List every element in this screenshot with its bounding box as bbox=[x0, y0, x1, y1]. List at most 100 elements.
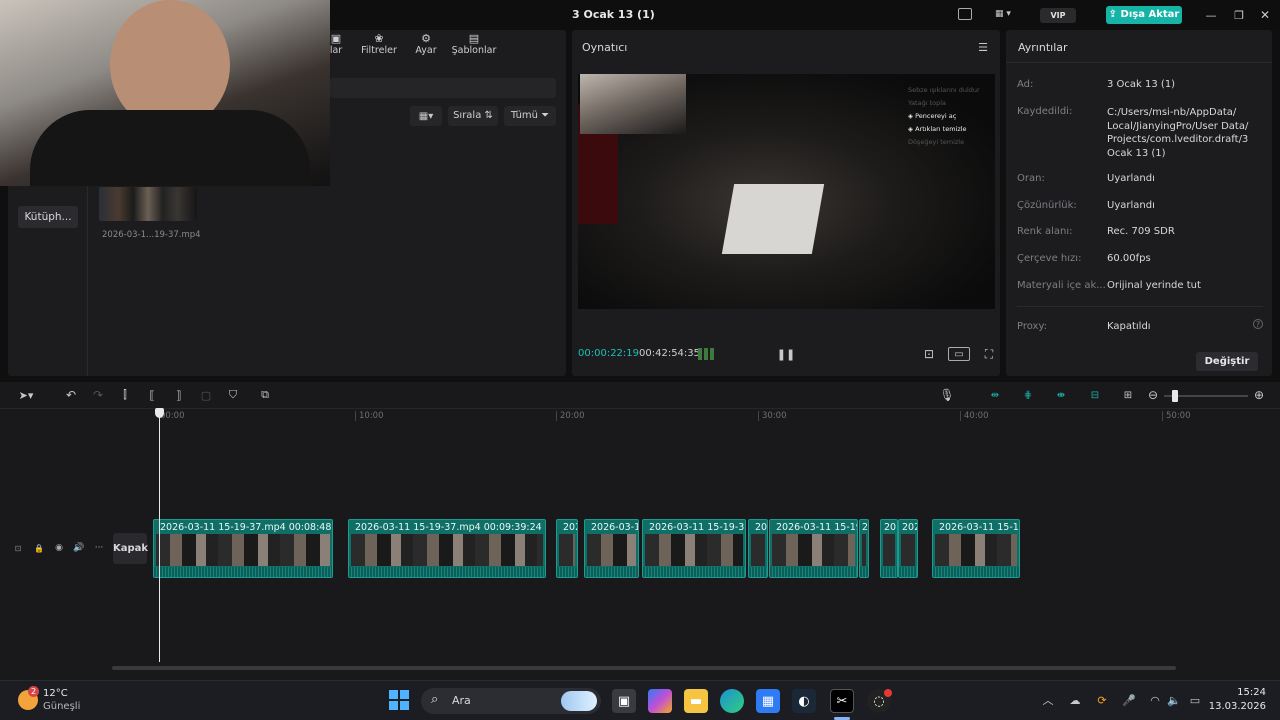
mic-tray-icon[interactable]: 🎤 bbox=[1122, 693, 1136, 707]
capcut-icon[interactable]: ✂ bbox=[830, 689, 854, 713]
view-mode-icon[interactable]: ▦▾ bbox=[410, 106, 442, 126]
snap-icon[interactable]: ⇼ bbox=[1052, 388, 1070, 402]
clip-waveform bbox=[585, 567, 638, 577]
cloud-icon[interactable]: ☁ bbox=[1068, 693, 1082, 707]
eye-icon[interactable]: ◉ bbox=[53, 543, 65, 553]
proxy-key: Proxy: bbox=[1017, 321, 1048, 332]
video-preview[interactable]: Sebze ışıklarını duldur Yatağı topla ◈ P… bbox=[578, 74, 995, 309]
zoom-out-icon[interactable]: ⊖ bbox=[1146, 388, 1160, 402]
timeline-clip[interactable]: 202 bbox=[556, 519, 578, 578]
battery-icon[interactable]: ▭ bbox=[1187, 693, 1203, 707]
player-menu-icon[interactable]: ☰ bbox=[976, 40, 990, 54]
clip-frames bbox=[351, 534, 543, 566]
preview-axis-icon[interactable]: ⊟ bbox=[1086, 388, 1104, 402]
filters-icon: ❀ bbox=[374, 32, 384, 45]
ruler-tick: 40:00 bbox=[960, 411, 989, 421]
audio-icon[interactable]: 🔊 bbox=[73, 543, 85, 553]
split-icon[interactable]: ⫿ bbox=[118, 388, 132, 402]
track-collapse-icon[interactable]: ⊡ bbox=[12, 543, 24, 553]
select-tool-icon[interactable]: ➤▾ bbox=[14, 388, 38, 402]
export-label: Dışa Aktar bbox=[1120, 9, 1180, 20]
timeline-clip[interactable]: 2 bbox=[859, 519, 869, 578]
playhead[interactable] bbox=[159, 408, 160, 662]
screenshot-icon[interactable]: ⧉ bbox=[257, 388, 273, 402]
search-input[interactable] bbox=[330, 78, 556, 98]
trim-right-icon[interactable]: ⟧ bbox=[172, 388, 186, 402]
time-ruler: 00:00 10:00 20:00 30:00 40:00 50:00 bbox=[160, 410, 1260, 424]
fit-frame-icon[interactable]: ⊡ bbox=[921, 347, 937, 361]
more-icon[interactable]: ··· bbox=[93, 543, 105, 553]
playhead-handle[interactable] bbox=[155, 408, 164, 418]
pause-icon[interactable]: ❚❚ bbox=[777, 347, 795, 361]
task-view-icon[interactable]: ▣ bbox=[612, 689, 636, 713]
tab-filters[interactable]: ❀ Filtreler bbox=[354, 32, 404, 62]
change-button[interactable]: Değiştir bbox=[1196, 352, 1258, 371]
clip-frames bbox=[559, 534, 575, 566]
timeline-clip[interactable]: 2026-03-11 15-19-37.mp bbox=[642, 519, 746, 578]
timeline-clip[interactable]: 2026-03-11 15-19-3 bbox=[932, 519, 1020, 578]
cover-button[interactable]: Kapak bbox=[113, 533, 148, 564]
clip-waveform bbox=[933, 567, 1019, 577]
wifi-icon[interactable]: ◠ bbox=[1148, 693, 1162, 707]
file-explorer-icon[interactable]: ▬ bbox=[684, 689, 708, 713]
timeline-clip[interactable]: 202 bbox=[748, 519, 768, 578]
vip-badge[interactable]: VIP bbox=[1040, 8, 1076, 23]
link-icon[interactable]: ⇹ bbox=[986, 388, 1004, 402]
minimize-icon[interactable]: — bbox=[1204, 8, 1218, 22]
detail-value: Rec. 709 SDR bbox=[1107, 226, 1175, 237]
ruler-tick: 10:00 bbox=[355, 411, 384, 421]
export-button[interactable]: ⇪ Dışa Aktar bbox=[1106, 6, 1182, 24]
sort-button[interactable]: Sırala ⇅ bbox=[448, 106, 498, 126]
tab-adjust[interactable]: ⚙ Ayar bbox=[404, 32, 448, 62]
sidebar-item-library[interactable]: Kütüph... bbox=[18, 206, 78, 228]
maximize-icon[interactable]: ❐ bbox=[1232, 8, 1246, 22]
info-icon[interactable]: ? bbox=[1253, 319, 1263, 329]
zoom-in-icon[interactable]: ⊕ bbox=[1252, 388, 1266, 402]
hud-item-active: ◈ Pencereyi aç bbox=[908, 110, 992, 123]
undo-icon[interactable]: ↶ bbox=[64, 388, 78, 402]
timeline-clip[interactable]: 2026-03-11 bbox=[584, 519, 639, 578]
sync-icon[interactable]: ⟳ bbox=[1095, 693, 1109, 707]
weather-desc: Güneşli bbox=[43, 701, 81, 712]
layout-menu-icon[interactable]: ▦ ▾ bbox=[990, 8, 1016, 20]
microphone-icon[interactable]: 🎙 bbox=[939, 388, 954, 402]
horizontal-scrollbar[interactable] bbox=[112, 666, 1176, 670]
lock-icon[interactable]: 🔒 bbox=[33, 543, 45, 553]
clip-frames bbox=[901, 534, 915, 566]
timeline-clip[interactable]: 2026-03-11 15-19-37.mp4 00:09:39:24 bbox=[348, 519, 546, 578]
volume-icon[interactable]: 🔈 bbox=[1167, 693, 1181, 707]
webcam-inset bbox=[580, 74, 686, 134]
close-icon[interactable]: ✕ bbox=[1258, 8, 1272, 22]
timeline-clip[interactable]: 2026-03-11 15-19-37 bbox=[769, 519, 858, 578]
clip-waveform bbox=[349, 567, 545, 577]
clock-time[interactable]: 15:24 bbox=[1216, 687, 1266, 698]
delete-icon[interactable]: ▢ bbox=[199, 388, 213, 402]
magnet-icon[interactable]: ⋕ bbox=[1019, 388, 1037, 402]
media-thumbnail[interactable] bbox=[99, 187, 197, 221]
project-title: 3 Ocak 13 (1) bbox=[572, 8, 655, 21]
steam-icon[interactable]: ◐ bbox=[792, 689, 816, 713]
filter-all-button[interactable]: Tümü ⏷ bbox=[504, 106, 556, 126]
adjust-icon: ⚙ bbox=[421, 32, 431, 45]
marker-icon[interactable]: ⛉ bbox=[226, 388, 240, 402]
trim-left-icon[interactable]: ⟦ bbox=[145, 388, 159, 402]
layout-icon[interactable] bbox=[958, 8, 972, 20]
clock-date[interactable]: 13.03.2026 bbox=[1204, 701, 1266, 712]
redo-icon[interactable]: ↷ bbox=[91, 388, 105, 402]
zoom-slider-handle[interactable] bbox=[1172, 390, 1178, 402]
chevron-up-icon[interactable]: ︿ bbox=[1042, 693, 1054, 707]
edge-icon[interactable] bbox=[720, 689, 744, 713]
timeline-clip[interactable]: 202 bbox=[898, 519, 918, 578]
store-icon[interactable]: ▦ bbox=[756, 689, 780, 713]
tab-templates[interactable]: ▤ Şablonlar bbox=[448, 32, 500, 62]
timeline-clip[interactable]: 20 bbox=[880, 519, 898, 578]
detail-value: Orijinal yerinde tut bbox=[1107, 280, 1201, 291]
caption-icon[interactable]: ⊞ bbox=[1120, 388, 1136, 402]
taskbar-search[interactable]: ⌕ Ara bbox=[421, 688, 601, 714]
timeline-clip[interactable]: 2026-03-11 15-19-37.mp4 00:08:48:21 bbox=[153, 519, 333, 578]
start-icon[interactable] bbox=[389, 690, 409, 710]
body-shape bbox=[30, 110, 310, 186]
copilot-icon[interactable] bbox=[648, 689, 672, 713]
fullscreen-icon[interactable]: ⛶ bbox=[982, 347, 996, 361]
ratio-icon[interactable]: ▭ bbox=[948, 347, 970, 361]
